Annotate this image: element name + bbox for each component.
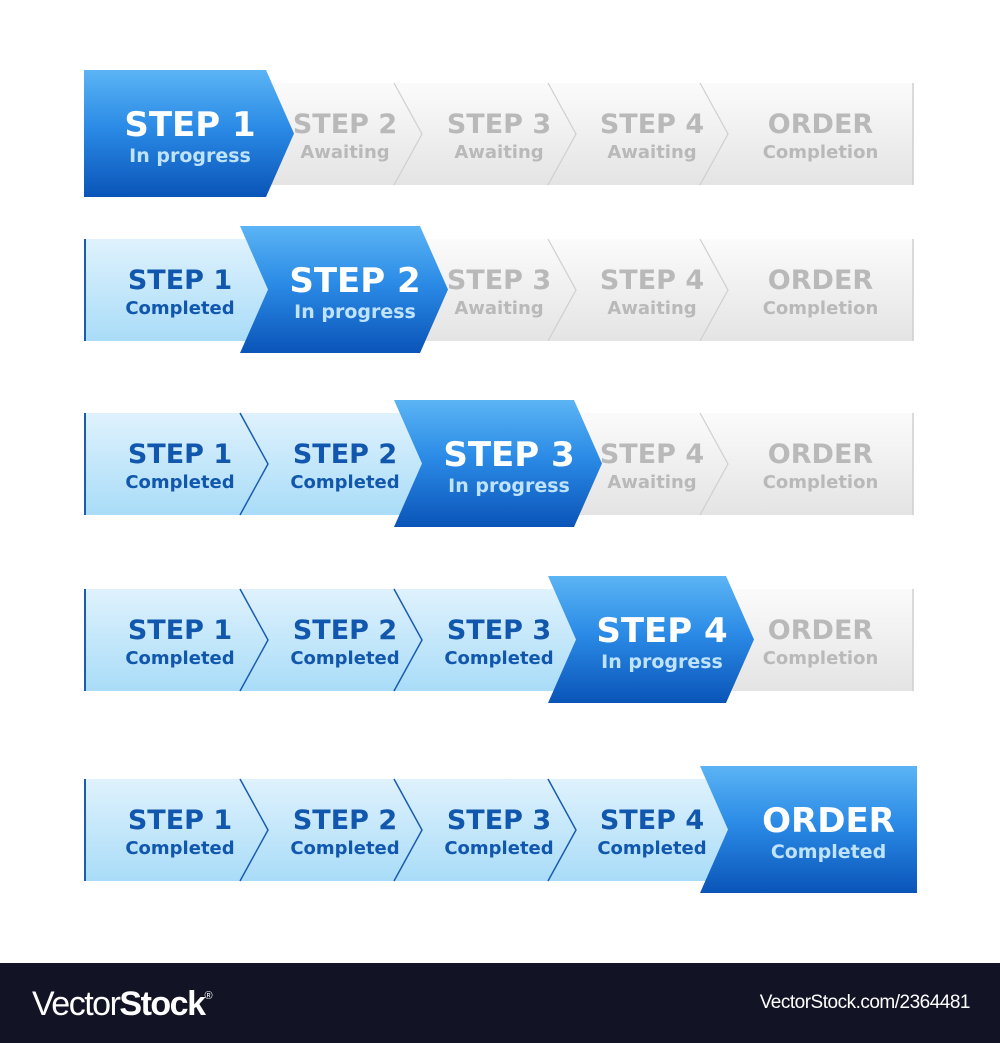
- progress-row: STEP 1 Completed STEP 2 Completed STEP 3 Comp…: [0, 576, 1000, 703]
- step-title: STEP 3: [447, 615, 551, 646]
- step-2-done: STEP 2Completed: [290, 439, 399, 493]
- step-title: STEP 2: [293, 109, 397, 140]
- step-title: STEP 4: [596, 611, 727, 651]
- step-5-pending: ORDERCompletion: [763, 615, 879, 669]
- progress-row: STEP 1 Completed STEP 2 Completed STEP 3 Comp…: [0, 766, 1000, 893]
- step-title: STEP 3: [447, 265, 551, 296]
- registered-mark: ®: [204, 989, 213, 1002]
- step-status: Completion: [763, 298, 879, 319]
- brand-logo-light: Vector: [32, 985, 121, 1023]
- step-5-pending: ORDERCompletion: [763, 109, 879, 163]
- progress-row: STEP 1 Completed STEP 2 In progress STEP 3 Aw…: [0, 226, 1000, 353]
- step-2-pending: STEP 2Awaiting: [293, 109, 397, 163]
- progress-row: STEP 1 In progress STEP 2 Awaiting STEP 3 Awa…: [0, 70, 1000, 197]
- step-status: Awaiting: [607, 472, 696, 493]
- step-status: In progress: [129, 145, 251, 167]
- step-status: Completed: [444, 648, 553, 669]
- step-status: Completed: [290, 472, 399, 493]
- step-4-pending: STEP 4Awaiting: [600, 265, 704, 319]
- progress-row-graphic: STEP 1In progressSTEP 2AwaitingSTEP 3Awa…: [84, 70, 914, 197]
- brand-logo: VectorStock®: [32, 985, 213, 1024]
- progress-row-graphic: STEP 1CompletedSTEP 2CompletedSTEP 3In p…: [84, 400, 914, 527]
- step-title: STEP 4: [600, 109, 704, 140]
- step-3-done: STEP 3Completed: [444, 615, 553, 669]
- step-status: Completion: [763, 142, 879, 163]
- step-4-active: STEP 4In progress: [596, 611, 727, 673]
- step-1-done: STEP 1Completed: [125, 439, 234, 493]
- step-2-done: STEP 2Completed: [290, 805, 399, 859]
- step-2-active: STEP 2In progress: [289, 261, 420, 323]
- step-4-done: STEP 4Completed: [597, 805, 706, 859]
- step-status: Completed: [444, 838, 553, 859]
- step-5-active: ORDERCompleted: [762, 801, 895, 863]
- step-1-done: STEP 1Completed: [125, 265, 234, 319]
- step-title: STEP 3: [447, 805, 551, 836]
- step-1-active: STEP 1In progress: [124, 105, 255, 167]
- step-status: Completed: [125, 298, 234, 319]
- step-title: STEP 4: [600, 439, 704, 470]
- step-status: Completed: [125, 648, 234, 669]
- step-status: Awaiting: [607, 298, 696, 319]
- step-status: Completed: [125, 838, 234, 859]
- step-2-done: STEP 2Completed: [290, 615, 399, 669]
- step-title: STEP 1: [128, 805, 232, 836]
- step-1-done: STEP 1Completed: [125, 805, 234, 859]
- step-status: Completed: [597, 838, 706, 859]
- step-title: ORDER: [762, 801, 895, 841]
- step-status: In progress: [601, 651, 723, 673]
- step-title: ORDER: [768, 439, 874, 470]
- step-1-done: STEP 1Completed: [125, 615, 234, 669]
- progress-row-graphic: STEP 1CompletedSTEP 2In progressSTEP 3Aw…: [84, 226, 914, 353]
- brand-logo-bold: Stock: [119, 985, 206, 1023]
- step-title: STEP 2: [289, 261, 420, 301]
- step-5-pending: ORDERCompletion: [763, 265, 879, 319]
- step-3-done: STEP 3Completed: [444, 805, 553, 859]
- step-title: STEP 1: [128, 439, 232, 470]
- step-status: Completion: [763, 648, 879, 669]
- step-title: STEP 1: [128, 615, 232, 646]
- step-title: STEP 1: [124, 105, 255, 145]
- step-status: Completed: [125, 472, 234, 493]
- step-status: Completion: [763, 472, 879, 493]
- step-3-pending: STEP 3Awaiting: [447, 109, 551, 163]
- step-title: STEP 3: [447, 109, 551, 140]
- step-title: STEP 2: [293, 615, 397, 646]
- progress-row-graphic: STEP 1CompletedSTEP 2CompletedSTEP 3Comp…: [84, 576, 914, 703]
- step-status: In progress: [294, 301, 416, 323]
- step-title: STEP 2: [293, 439, 397, 470]
- step-title: STEP 3: [443, 435, 574, 475]
- step-title: STEP 1: [128, 265, 232, 296]
- step-status: Awaiting: [454, 298, 543, 319]
- step-status: In progress: [448, 475, 570, 497]
- step-title: STEP 2: [293, 805, 397, 836]
- step-4-pending: STEP 4Awaiting: [600, 439, 704, 493]
- step-title: STEP 4: [600, 805, 704, 836]
- step-status: Completed: [290, 838, 399, 859]
- step-title: ORDER: [768, 615, 874, 646]
- step-status: Awaiting: [454, 142, 543, 163]
- step-3-active: STEP 3In progress: [443, 435, 574, 497]
- step-status: Awaiting: [300, 142, 389, 163]
- step-4-pending: STEP 4Awaiting: [600, 109, 704, 163]
- step-5-pending: ORDERCompletion: [763, 439, 879, 493]
- step-title: STEP 4: [600, 265, 704, 296]
- step-title: ORDER: [768, 109, 874, 140]
- step-status: Awaiting: [607, 142, 696, 163]
- progress-row-graphic: STEP 1CompletedSTEP 2CompletedSTEP 3Comp…: [84, 766, 917, 893]
- image-reference: VectorStock.com/2364481: [759, 992, 971, 1013]
- footer-bar: VectorStock® VectorStock.com/2364481: [0, 963, 1000, 1043]
- step-status: Completed: [290, 648, 399, 669]
- step-title: ORDER: [768, 265, 874, 296]
- progress-row: STEP 1 Completed STEP 2 Completed STEP 3 In p…: [0, 400, 1000, 527]
- step-3-pending: STEP 3Awaiting: [447, 265, 551, 319]
- step-status: Completed: [771, 841, 886, 863]
